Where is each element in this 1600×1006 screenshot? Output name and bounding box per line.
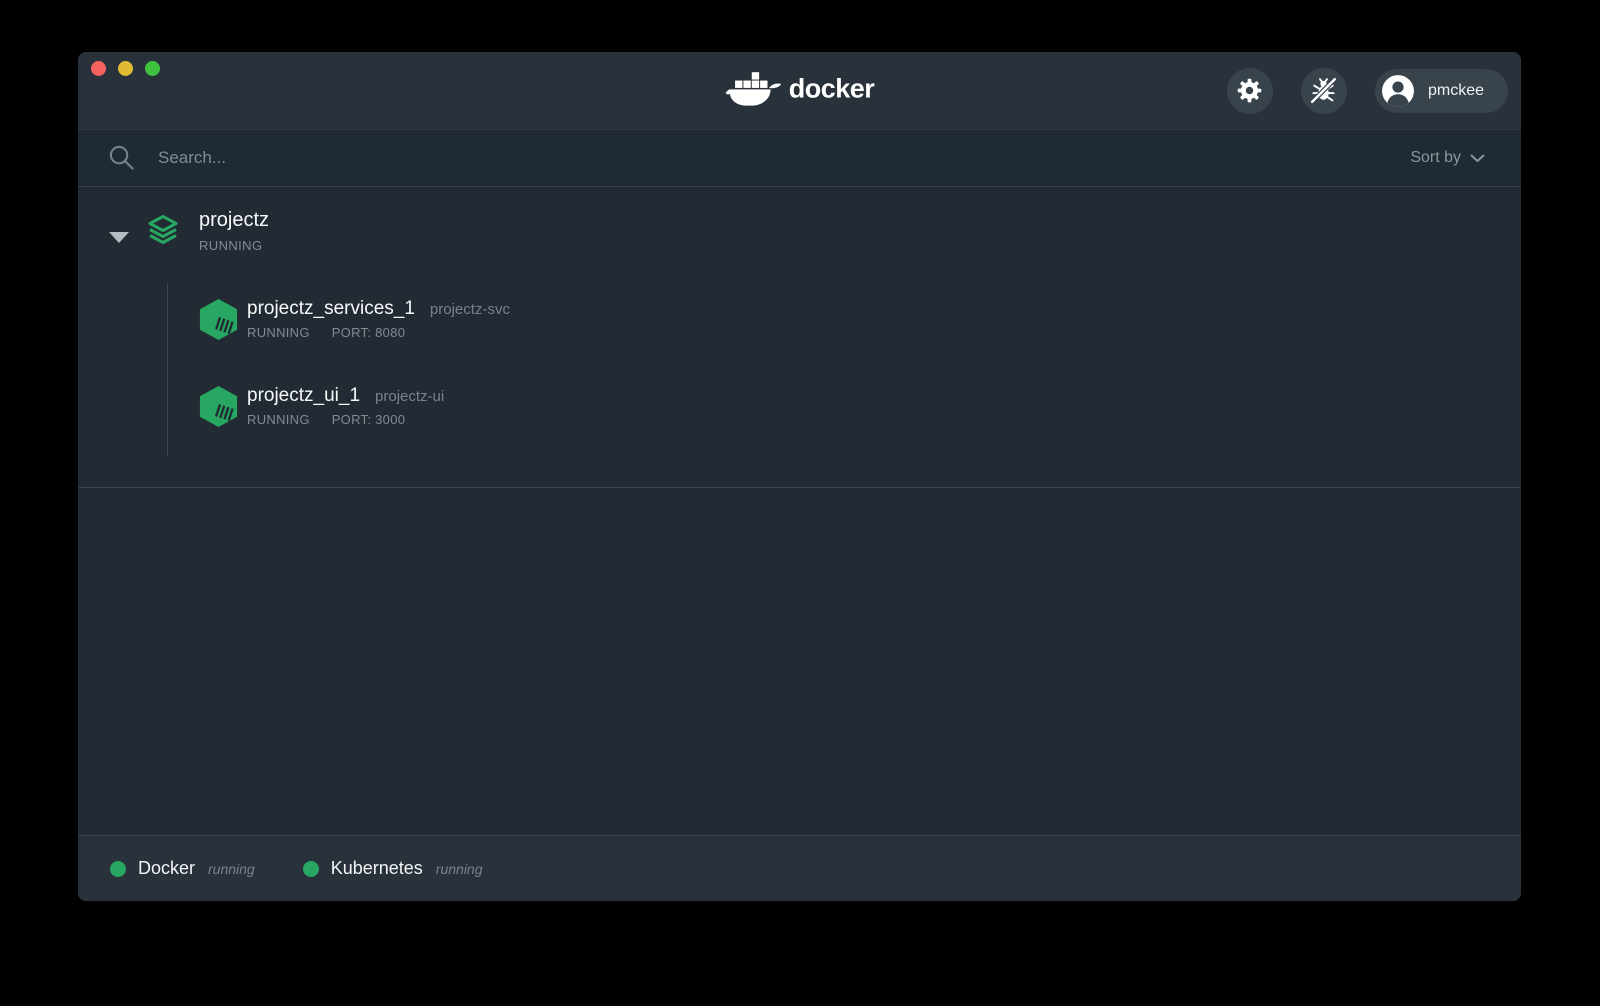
- settings-button[interactable]: [1227, 68, 1273, 114]
- stack-icon: [145, 213, 181, 249]
- docker-engine-status: Docker running: [110, 858, 255, 879]
- chevron-down-icon: [1470, 154, 1485, 163]
- container-port: PORT: 3000: [332, 412, 406, 427]
- container-status: RUNNING: [247, 412, 310, 427]
- sort-by-dropdown[interactable]: Sort by: [1410, 149, 1485, 167]
- docker-logo: docker: [725, 69, 875, 109]
- close-window-button[interactable]: [91, 61, 106, 76]
- container-status: RUNNING: [247, 325, 310, 340]
- engine-name: Kubernetes: [331, 858, 423, 879]
- minimize-window-button[interactable]: [118, 61, 133, 76]
- container-service: projectz-svc: [430, 301, 510, 318]
- username-label: pmckee: [1428, 82, 1484, 100]
- search-bar: Sort by: [78, 130, 1521, 187]
- search-input[interactable]: [158, 148, 1410, 168]
- titlebar: docker: [78, 52, 1521, 130]
- window-controls: [91, 61, 160, 76]
- container-icon: [197, 384, 240, 429]
- gear-icon: [1236, 77, 1263, 104]
- search-icon: [108, 144, 136, 172]
- tree-indent-line: [167, 284, 168, 456]
- user-avatar-icon: [1381, 74, 1415, 108]
- group-row[interactable]: projectz RUNNING: [199, 209, 269, 253]
- docker-wordmark: docker: [789, 73, 875, 104]
- container-list: projectz RUNNING projectz_services_1 pro…: [78, 187, 1521, 488]
- bug-slash-icon: [1309, 76, 1338, 105]
- kubernetes-status: Kubernetes running: [303, 858, 483, 879]
- engine-state: running: [436, 861, 483, 877]
- status-dot-icon: [303, 861, 319, 877]
- collapse-group-button[interactable]: [109, 232, 129, 243]
- group-status: RUNNING: [199, 238, 269, 253]
- sort-by-label: Sort by: [1410, 149, 1461, 167]
- group-name: projectz: [199, 209, 269, 232]
- docker-whale-icon: [725, 69, 782, 109]
- container-port: PORT: 8080: [332, 325, 406, 340]
- account-button[interactable]: pmckee: [1375, 69, 1508, 113]
- status-dot-icon: [110, 861, 126, 877]
- container-row[interactable]: projectz_ui_1 projectz-ui RUNNING PORT: …: [197, 384, 444, 429]
- engine-state: running: [208, 861, 255, 877]
- debug-button[interactable]: [1301, 68, 1347, 114]
- container-service: projectz-ui: [375, 388, 444, 405]
- zoom-window-button[interactable]: [145, 61, 160, 76]
- container-row[interactable]: projectz_services_1 projectz-svc RUNNING…: [197, 297, 510, 342]
- empty-content-area: [78, 488, 1521, 835]
- status-bar: Docker running Kubernetes running: [78, 835, 1521, 901]
- docker-desktop-window: docker: [78, 52, 1521, 901]
- container-name: projectz_ui_1: [247, 385, 360, 407]
- container-name: projectz_services_1: [247, 298, 415, 320]
- header-actions: pmckee: [1227, 68, 1508, 114]
- engine-name: Docker: [138, 858, 195, 879]
- container-icon: [197, 297, 240, 342]
